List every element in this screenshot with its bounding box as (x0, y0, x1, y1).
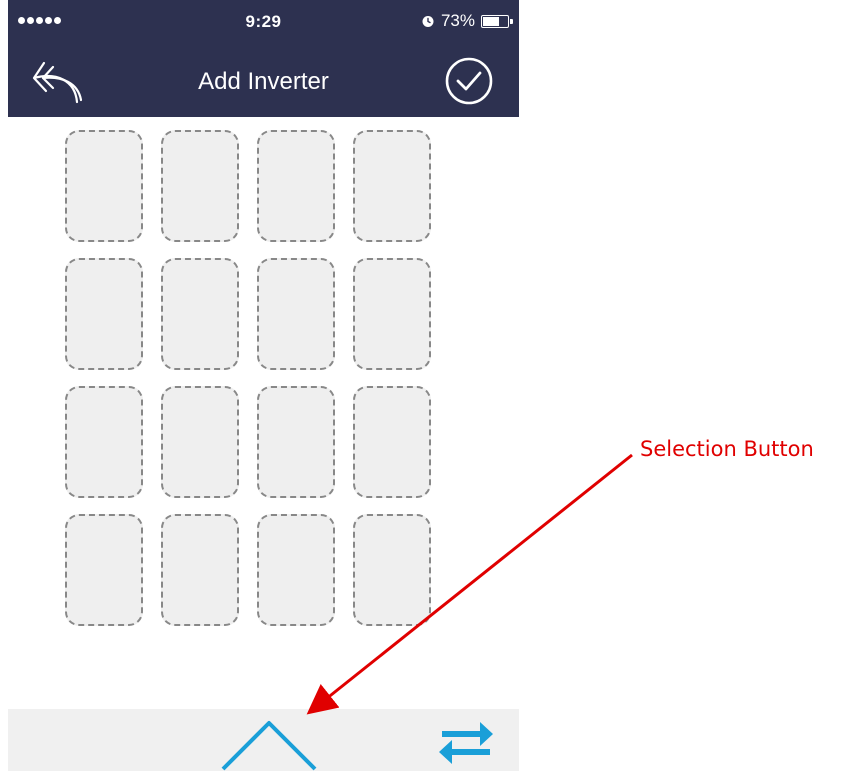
alarm-clock-icon (422, 16, 434, 27)
inverter-slot[interactable] (257, 514, 335, 626)
battery-percent: 73% (440, 11, 475, 30)
inverter-slot[interactable] (161, 130, 239, 242)
inverter-slot[interactable] (353, 258, 431, 370)
inverter-slot[interactable] (65, 258, 143, 370)
battery-area: 73% (421, 11, 513, 31)
battery-icon (481, 14, 513, 28)
inverter-slot[interactable] (65, 514, 143, 626)
inverter-slot[interactable] (257, 130, 335, 242)
inverter-slot[interactable] (65, 386, 143, 498)
status-bar: 9:29 73% (8, 0, 519, 46)
phone-screen: 9:29 73% Add Inverter (8, 0, 519, 771)
inverter-slot[interactable] (353, 514, 431, 626)
page-title: Add Inverter (198, 68, 329, 95)
bottom-toolbar (8, 709, 519, 771)
inverter-slot[interactable] (161, 514, 239, 626)
inverter-slot[interactable] (161, 258, 239, 370)
triangle-up-icon[interactable] (213, 715, 325, 771)
inverter-slot[interactable] (257, 386, 335, 498)
inverter-slot[interactable] (353, 130, 431, 242)
inverter-slot-grid (65, 130, 435, 626)
annotation-label: Selection Button (640, 437, 814, 461)
inverter-slot[interactable] (257, 258, 335, 370)
swap-arrows-icon[interactable] (438, 717, 494, 765)
navigation-bar: Add Inverter (8, 46, 519, 117)
inverter-slot[interactable] (161, 386, 239, 498)
inverter-slot[interactable] (353, 386, 431, 498)
check-circle-icon[interactable] (444, 56, 494, 106)
inverter-slot[interactable] (65, 130, 143, 242)
